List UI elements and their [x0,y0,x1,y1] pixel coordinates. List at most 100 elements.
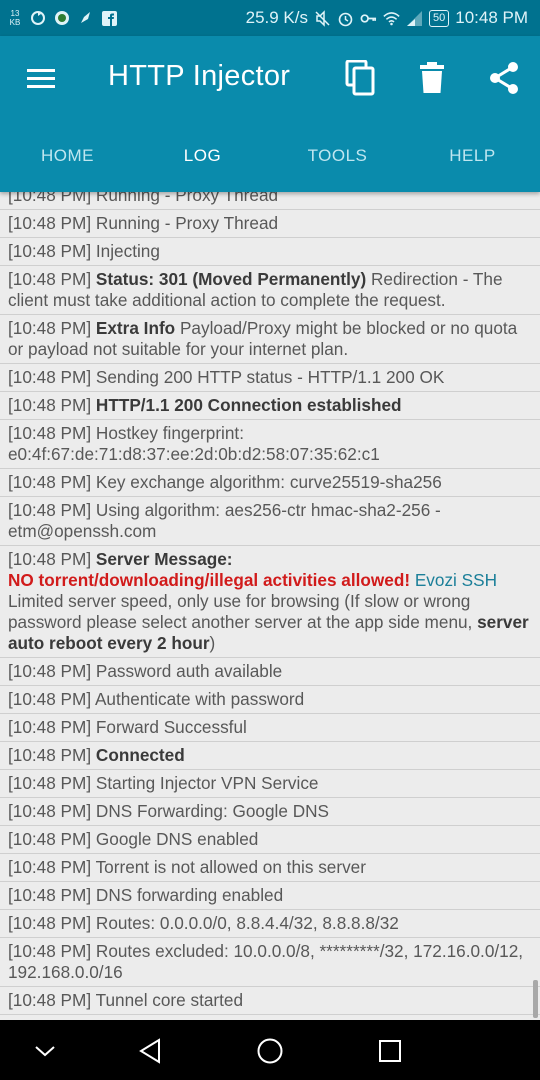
log-entry: [10:48 PM] Running - Proxy Thread [0,192,540,210]
log-message: Injecting [95,241,160,261]
log-message: Running - Proxy Thread [95,192,279,205]
toolbar: HTTP Injector [0,36,540,120]
log-timestamp: [10:48 PM] [8,990,92,1010]
log-entry: [10:48 PM] Forward Successful [0,714,540,742]
copy-icon[interactable] [340,58,380,98]
log-message: ) [209,633,216,653]
mute-icon [314,9,331,27]
log-message: Server Message: [95,549,233,569]
log-timestamp: [10:48 PM] [8,857,92,877]
log-timestamp: [10:48 PM] [8,941,92,961]
log-entry: [10:48 PM] Connected [0,742,540,770]
status-bar: 13 KB 25.9 K/s 50 10:48 PM [0,0,540,36]
log-timestamp: [10:48 PM] [8,241,92,261]
log-message: Starting Injector VPN Service [95,773,319,793]
tab-bar: HOME LOG TOOLS HELP [0,132,540,180]
log-message: DNS forwarding enabled [95,885,284,905]
log-timestamp: [10:48 PM] [8,801,92,821]
log-message: Authenticate with password [94,689,305,709]
log-entries: [10:48 PM] Running - Proxy Thread [10:48 … [0,192,540,1020]
rocket-icon [77,10,94,27]
log-entry: [10:48 PM] Authenticate with password [0,686,540,714]
tab-help[interactable]: HELP [405,132,540,180]
log-list[interactable]: [10:48 PM] Running - Proxy Thread [10:48 … [0,192,540,1020]
menu-icon[interactable] [26,64,58,92]
log-message: Running - Proxy Thread [95,213,279,233]
log-entry: [10:48 PM] Routes: 0.0.0.0/0, 8.8.4.4/32… [0,910,540,938]
log-timestamp: [10:48 PM] [8,192,92,205]
delete-icon[interactable] [412,58,452,98]
log-timestamp: [10:48 PM] [8,423,92,443]
log-timestamp: [10:48 PM] [8,829,92,849]
log-entry: [10:48 PM] Password auth available [0,658,540,686]
sync-icon [29,10,46,27]
app-bar: HTTP Injector HOME LOG TOOLS HELP [0,36,540,192]
log-timestamp: [10:48 PM] [8,661,92,681]
log-entry: [10:48 PM] DNS forwarding enabled [0,882,540,910]
log-entry: [10:48 PM] Tunnel core started [0,987,540,1015]
log-timestamp: [10:48 PM] [8,367,92,387]
log-entry: [10:48 PM] Status: 301 (Moved Permanentl… [0,266,540,315]
log-entry: [10:48 PM] Server Message: NO torrent/dow… [0,546,540,658]
log-timestamp: [10:48 PM] [8,689,92,709]
log-message: NO torrent/downloading/illegal activitie… [8,570,411,590]
log-message: Tunnel core started [95,990,244,1010]
tab-log[interactable]: LOG [135,132,270,180]
log-message: Routes: 0.0.0.0/0, 8.8.4.4/32, 8.8.8.8/3… [95,913,399,933]
log-timestamp: [10:48 PM] [8,500,92,520]
log-message: Evozi SSH [410,570,497,590]
log-timestamp: [10:48 PM] [8,472,92,492]
log-message: Key exchange algorithm: curve25519-sha25… [95,472,442,492]
alarm-icon [337,10,354,27]
home-icon[interactable] [253,1034,287,1068]
back-icon[interactable] [133,1034,167,1068]
log-entry: [10:48 PM] Google DNS enabled [0,826,540,854]
log-message: Sending 200 HTTP status - HTTP/1.1 200 O… [95,367,445,387]
facebook-icon [101,10,118,27]
log-entry: [10:48 PM] Injecting [0,238,540,266]
log-timestamp: [10:48 PM] [8,913,92,933]
log-message: HTTP/1.1 200 Connection established [95,395,402,415]
battery-icon: 50 [428,9,450,27]
log-entry: [10:48 PM] Key exchange algorithm: curve… [0,469,540,497]
log-entry: [10:48 PM] Starting Injector VPN Service [0,770,540,798]
log-timestamp: [10:48 PM] [8,885,92,905]
log-timestamp: [10:48 PM] [8,395,92,415]
log-message: Password auth available [95,661,283,681]
tab-tools[interactable]: TOOLS [270,132,405,180]
share-icon[interactable] [484,58,524,98]
tab-home[interactable]: HOME [0,132,135,180]
log-timestamp: [10:48 PM] [8,213,92,233]
data-rate-indicator: 13 KB [9,9,21,27]
log-message: Torrent is not allowed on this server [95,857,366,877]
log-entry: [10:48 PM] Running - Proxy Thread [0,210,540,238]
recents-icon[interactable] [373,1034,407,1068]
log-entry: [10:48 PM] DNS Forwarding: Google DNS [0,798,540,826]
wifi-icon [383,10,400,27]
log-timestamp: [10:48 PM] [8,549,92,569]
app-title: HTTP Injector [108,60,291,92]
vpn-shield-icon [53,10,70,27]
navigation-bar [0,1020,540,1080]
log-message: Connected [95,745,185,765]
scrollbar[interactable] [533,980,538,1018]
log-entry: [10:48 PM] Routes excluded: 10.0.0.0/8, … [0,938,540,987]
log-message: DNS Forwarding: Google DNS [95,801,329,821]
log-timestamp: [10:48 PM] [8,269,92,289]
log-message: Forward Successful [95,717,247,737]
log-timestamp: [10:48 PM] [8,745,92,765]
log-entry: [10:48 PM] Torrent is not allowed on thi… [0,854,540,882]
log-entry: [10:48 PM] HTTP/1.1 200 Connection estab… [0,392,540,420]
log-message: Status: 301 (Moved Permanently) [95,269,367,289]
log-message: Limited server speed, only use for brows… [8,591,478,632]
log-entry: [10:48 PM] Hostkey fingerprint: e0:4f:67… [0,420,540,469]
clock: 10:48 PM [455,8,528,27]
log-entry: [10:48 PM] Sending 200 HTTP status - HTT… [0,364,540,392]
log-entry: [10:48 PM] Extra Info Payload/Proxy migh… [0,315,540,364]
log-timestamp: [10:48 PM] [8,318,92,338]
network-speed: 25.9 K/s [245,8,308,27]
log-timestamp: [10:48 PM] [8,773,92,793]
signal-icon [406,10,423,27]
key-icon [360,10,377,27]
chevron-down-icon[interactable] [28,1034,62,1068]
